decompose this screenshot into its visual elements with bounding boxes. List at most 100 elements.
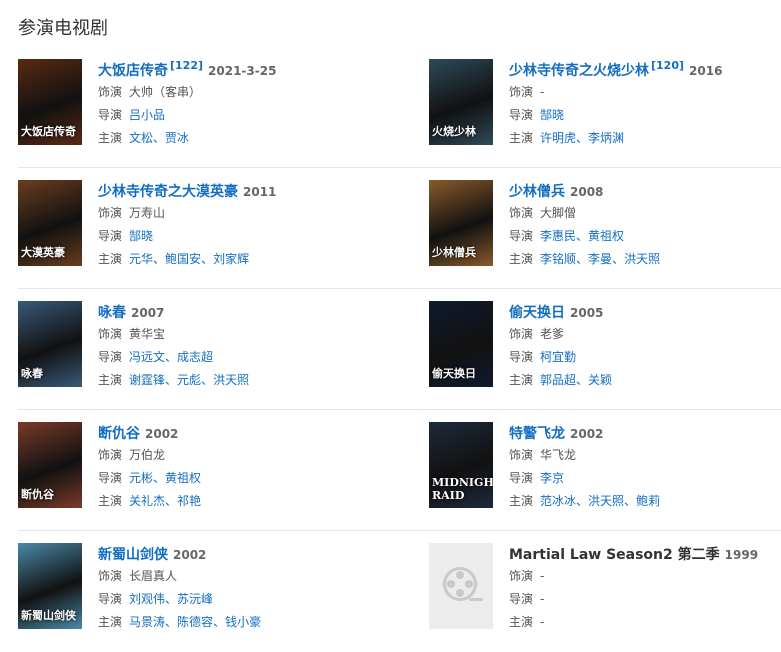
list-separator: 、 <box>201 252 214 266</box>
drama-title[interactable]: 大饭店传奇 <box>98 63 168 79</box>
citation-link[interactable]: [122] <box>170 59 203 72</box>
title-line: 偷天换日 2005 <box>509 301 769 323</box>
poster-title-text: 断仇谷 <box>21 488 54 501</box>
person-link[interactable]: 李炳渊 <box>588 131 624 145</box>
person-link[interactable]: 成志超 <box>177 350 213 364</box>
person-link[interactable]: 黄祖权 <box>165 471 201 485</box>
person-link[interactable]: 钱小豪 <box>225 615 261 629</box>
person-link[interactable]: 刘家辉 <box>213 252 249 266</box>
person-link[interactable]: 元彪 <box>177 373 201 387</box>
person-link[interactable]: 黄祖权 <box>588 229 624 243</box>
person-link[interactable]: 洪天照 <box>213 373 249 387</box>
role-line: 饰演 - <box>509 565 769 588</box>
title-line: 少林僧兵 2008 <box>509 180 769 202</box>
role-label: 饰演 <box>98 569 123 583</box>
drama-poster[interactable]: 大饭店传奇 <box>18 59 82 145</box>
drama-card: 咏春 咏春 2007 饰演 黄华宝 导演 冯远文、成志超 主演 谢霆锋、元彪、洪天照 <box>18 301 358 391</box>
person-link[interactable]: 许明虎 <box>540 131 576 145</box>
person-link[interactable]: 柯宜勤 <box>540 350 576 364</box>
role-line: 饰演 - <box>509 81 769 104</box>
drama-info: 大饭店传奇 [122] 2021-3-25 饰演 大帅（客串） 导演 吕小品 主演 文松、贾冰 <box>98 59 358 150</box>
drama-poster[interactable]: 断仇谷 <box>18 422 82 508</box>
drama-poster[interactable]: MIDNIGHT RAID <box>429 422 493 508</box>
drama-poster[interactable]: 少林僧兵 <box>429 180 493 266</box>
drama-title[interactable]: 偷天换日 <box>509 305 565 321</box>
list-separator: 、 <box>576 131 589 145</box>
drama-poster[interactable]: 火烧少林 <box>429 59 493 145</box>
person-link[interactable]: 陈德容 <box>177 615 213 629</box>
drama-year: 2008 <box>570 185 604 199</box>
role-value: 大脚僧 <box>540 206 577 220</box>
person-link[interactable]: 李惠民 <box>540 229 576 243</box>
director-line: 导演 郜晓 <box>509 104 769 127</box>
cast-line: 主演 李铭顺、李曼、洪天照 <box>509 248 769 271</box>
director-line: 导演 元彬、黄祖权 <box>98 467 358 490</box>
citation-link[interactable]: [120] <box>651 59 684 72</box>
list-separator: 、 <box>165 615 178 629</box>
person-link[interactable]: 李京 <box>540 471 564 485</box>
cast-line: 主演 谢霆锋、元彪、洪天照 <box>98 369 358 392</box>
drama-title[interactable]: 少林寺传奇之火烧少林 <box>509 63 649 79</box>
starring-label: 主演 <box>509 131 534 145</box>
director-label: 导演 <box>98 592 123 606</box>
person-link[interactable]: 刘观伟 <box>129 592 165 606</box>
person-name: - <box>540 615 545 629</box>
drama-card: 大漠英豪 少林寺传奇之大漠英豪 2011 饰演 万寿山 导演 郜晓 主演 元华、鲍国安、刘家辉 <box>18 180 358 270</box>
person-link[interactable]: 洪天照 <box>624 252 660 266</box>
drama-poster[interactable]: 大漠英豪 <box>18 180 82 266</box>
drama-info: Martial Law Season2 第二季 1999 饰演 - 导演 - 主演 - <box>509 543 769 634</box>
person-link[interactable]: 李铭顺 <box>540 252 576 266</box>
drama-poster[interactable]: 新蜀山剑侠 <box>18 543 82 629</box>
person-link[interactable]: 贾冰 <box>165 131 189 145</box>
person-link[interactable]: 马景涛 <box>129 615 165 629</box>
drama-title[interactable]: 特警飞龙 <box>509 426 565 442</box>
drama-title[interactable]: 断仇谷 <box>98 426 140 442</box>
person-link[interactable]: 吕小品 <box>129 108 165 122</box>
person-link[interactable]: 元彬 <box>129 471 153 485</box>
person-link[interactable]: 关颖 <box>588 373 612 387</box>
title-line: 大饭店传奇 [122] 2021-3-25 <box>98 59 358 81</box>
film-reel-icon <box>443 567 483 601</box>
person-link[interactable]: 苏沅峰 <box>177 592 213 606</box>
person-link[interactable]: 元华 <box>129 252 153 266</box>
list-separator: 、 <box>576 373 589 387</box>
role-value: 长眉真人 <box>129 569 178 583</box>
drama-poster[interactable]: 咏春 <box>18 301 82 387</box>
drama-poster[interactable]: 偷天换日 <box>429 301 493 387</box>
drama-title[interactable]: 少林僧兵 <box>509 184 565 200</box>
role-label: 饰演 <box>509 327 534 341</box>
person-link[interactable]: 鲍国安 <box>165 252 201 266</box>
person-link[interactable]: 洪天照 <box>588 494 624 508</box>
person-link[interactable]: 郜晓 <box>540 108 564 122</box>
person-link[interactable]: 李曼 <box>588 252 612 266</box>
director-label: 导演 <box>509 471 534 485</box>
director-label: 导演 <box>509 350 534 364</box>
person-link[interactable]: 文松 <box>129 131 153 145</box>
role-label: 饰演 <box>509 85 534 99</box>
cast-line: 主演 许明虎、李炳渊 <box>509 127 769 150</box>
drama-title[interactable]: 新蜀山剑侠 <box>98 547 168 563</box>
drama-row: 大漠英豪 少林寺传奇之大漠英豪 2011 饰演 万寿山 导演 郜晓 主演 元华、鲍国安、刘家辉少… <box>18 168 781 289</box>
drama-title[interactable]: 咏春 <box>98 305 126 321</box>
role-line: 饰演 大脚僧 <box>509 202 769 225</box>
drama-info: 少林僧兵 2008 饰演 大脚僧 导演 李惠民、黄祖权 主演 李铭顺、李曼、洪天照 <box>509 180 769 271</box>
drama-title[interactable]: 少林寺传奇之大漠英豪 <box>98 184 238 200</box>
person-link[interactable]: 关礼杰 <box>129 494 165 508</box>
starring-label: 主演 <box>509 615 534 629</box>
director-line: 导演 刘观伟、苏沅峰 <box>98 588 358 611</box>
drama-row: 新蜀山剑侠 新蜀山剑侠 2002 饰演 长眉真人 导演 刘观伟、苏沅峰 主演 马景涛、陈德容、钱… <box>18 531 781 652</box>
poster-title-text: MIDNIGHT RAID <box>432 476 493 502</box>
director-line: 导演 李惠民、黄祖权 <box>509 225 769 248</box>
person-link[interactable]: 郜晓 <box>129 229 153 243</box>
cast-line: 主演 文松、贾冰 <box>98 127 358 150</box>
drama-card: 偷天换日 偷天换日 2005 饰演 老爹 导演 柯宜勤 主演 郭品超、关颖 <box>429 301 769 391</box>
list-separator: 、 <box>165 373 178 387</box>
drama-year: 2011 <box>243 185 277 199</box>
person-link[interactable]: 谢霆锋 <box>129 373 165 387</box>
title-line: 少林寺传奇之大漠英豪 2011 <box>98 180 358 202</box>
person-link[interactable]: 祁艳 <box>177 494 201 508</box>
person-link[interactable]: 范冰冰 <box>540 494 576 508</box>
person-link[interactable]: 郭品超 <box>540 373 576 387</box>
person-link[interactable]: 冯远文 <box>129 350 165 364</box>
person-link[interactable]: 鲍莉 <box>636 494 660 508</box>
